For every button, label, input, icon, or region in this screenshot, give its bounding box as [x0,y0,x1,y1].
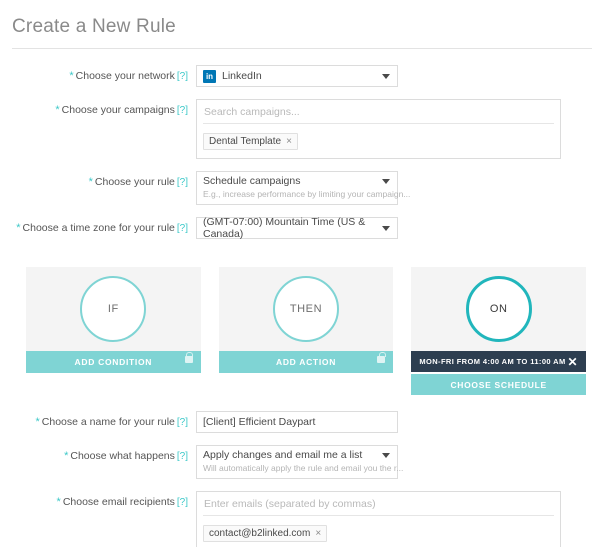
on-panel: ON MON-FRI FROM 4:00 AM TO 11:00 AM ✕ CH… [411,267,587,395]
chevron-down-icon [382,179,390,184]
if-panel: IF ADD CONDITION [26,267,201,395]
field-timezone: (GMT-07:00) Mountain Time (US & Canada) [196,216,600,240]
help-icon[interactable]: [?] [177,497,188,508]
label-timezone-text: Choose a time zone for your rule [22,222,175,234]
timezone-selected-value: (GMT-07:00) Mountain Time (US & Canada) [203,216,366,240]
network-selected-value: LinkedIn [222,70,262,82]
rule-form-bottom: * Choose a name for your rule [?] [Client]… [0,395,600,547]
page-title: Create a New Rule [12,16,176,37]
help-icon[interactable]: [?] [177,451,188,462]
field-campaigns: Search campaigns... Dental Template × [196,99,600,159]
field-email-recipients: Enter emails (separated by commas) conta… [196,491,600,547]
rule-select[interactable]: Schedule campaigns E.g., increase perfor… [196,171,410,205]
close-icon[interactable]: × [315,528,321,539]
label-rule-text: Choose your rule [94,176,175,188]
rule-selected-value: Schedule campaigns [203,175,301,187]
if-panel-body: IF [26,267,201,351]
label-rule-name-text: Choose a name for your rule [41,416,175,428]
required-asterisk: * [16,222,21,234]
label-rule: * Choose your rule [?] [0,171,196,188]
required-asterisk: * [69,70,74,82]
label-timezone: * Choose a time zone for your rule [?] [0,217,196,234]
rule-name-input[interactable]: [Client] Efficient Daypart [196,411,398,433]
on-panel-body: ON [411,267,587,351]
field-row-email-recipients: * Choose email recipients [?] Enter emails… [0,491,600,547]
close-icon[interactable]: ✕ [568,356,578,368]
help-icon[interactable]: [?] [177,71,188,82]
add-action-button[interactable]: ADD ACTION [218,351,394,373]
required-asterisk: * [88,176,93,188]
what-happens-hint-text: Will automatically apply the rule and em… [203,463,404,473]
then-panel-body: THEN [218,267,394,351]
label-network: * Choose your network [?] [0,65,196,82]
what-happens-selected-value: Apply changes and email me a list [203,449,363,461]
field-rule: Schedule campaigns E.g., increase perfor… [196,171,600,205]
email-token[interactable]: contact@b2linked.com × [203,525,328,542]
add-condition-button[interactable]: ADD CONDITION [26,351,201,373]
email-recipients-input[interactable]: Enter emails (separated by commas) [203,496,554,516]
campaign-token[interactable]: Dental Template × [203,133,298,150]
chevron-down-icon [382,226,390,231]
add-action-label: ADD ACTION [275,357,337,367]
if-circle: IF [80,276,147,342]
label-what-happens-text: Choose what happens [70,450,175,462]
schedule-summary-bar[interactable]: MON-FRI FROM 4:00 AM TO 11:00 AM ✕ [411,351,587,372]
label-email-recipients: * Choose email recipients [?] [0,491,196,508]
chevron-down-icon [382,453,390,458]
required-asterisk: * [56,496,61,508]
field-row-campaigns: * Choose your campaigns [?] Search campaig… [0,99,600,159]
lock-icon [184,352,194,363]
rule-builder-panels: IF ADD CONDITION THEN ADD ACTION ON MON-… [0,251,600,395]
then-circle: THEN [273,276,339,342]
rule-hint-text: E.g., increase performance by limiting y… [203,189,411,199]
email-token-label: contact@b2linked.com [209,528,311,539]
field-row-network: * Choose your network [?] in LinkedIn [0,65,600,87]
label-what-happens: * Choose what happens [?] [0,445,196,462]
help-icon[interactable]: [?] [177,105,188,116]
campaigns-token-box[interactable]: Search campaigns... Dental Template × [196,99,561,159]
what-happens-select[interactable]: Apply changes and email me a list Will a… [196,445,403,479]
label-rule-name: * Choose a name for your rule [?] [0,411,196,428]
chevron-down-icon [382,74,390,79]
email-token-box[interactable]: Enter emails (separated by commas) conta… [196,491,561,547]
field-row-timezone: * Choose a time zone for your rule [?] (GM… [0,216,600,240]
required-asterisk: * [55,104,60,116]
timezone-select[interactable]: (GMT-07:00) Mountain Time (US & Canada) [196,216,398,240]
field-row-rule: * Choose your rule [?] Schedule campaigns … [0,171,600,205]
campaign-token-label: Dental Template [209,136,282,147]
help-icon[interactable]: [?] [177,417,188,428]
campaigns-search-input[interactable]: Search campaigns... [203,104,554,124]
label-campaigns: * Choose your campaigns [?] [0,99,196,116]
field-network: in LinkedIn [196,65,600,87]
on-circle: ON [465,276,532,342]
rule-form-top: * Choose your network [?] in LinkedIn * Cho… [0,49,600,240]
field-rule-name: [Client] Efficient Daypart [196,411,600,433]
lock-icon [377,352,386,363]
then-panel: THEN ADD ACTION [218,267,394,395]
field-row-what-happens: * Choose what happens [?] Apply changes an… [0,445,600,479]
help-icon[interactable]: [?] [177,177,188,188]
help-icon[interactable]: [?] [177,223,188,234]
linkedin-icon: in [203,69,216,83]
label-network-text: Choose your network [75,70,175,82]
required-asterisk: * [35,416,40,428]
label-email-recipients-text: Choose email recipients [62,496,175,508]
choose-schedule-button[interactable]: CHOOSE SCHEDULE [411,374,587,395]
field-row-rule-name: * Choose a name for your rule [?] [Client]… [0,411,600,433]
network-select[interactable]: in LinkedIn [196,65,398,87]
required-asterisk: * [64,450,69,462]
label-campaigns-text: Choose your campaigns [61,104,175,116]
add-condition-label: ADD CONDITION [74,357,153,367]
schedule-summary-text: MON-FRI FROM 4:00 AM TO 11:00 AM [419,357,566,366]
close-icon[interactable]: × [286,136,292,147]
field-what-happens: Apply changes and email me a list Will a… [196,445,600,479]
